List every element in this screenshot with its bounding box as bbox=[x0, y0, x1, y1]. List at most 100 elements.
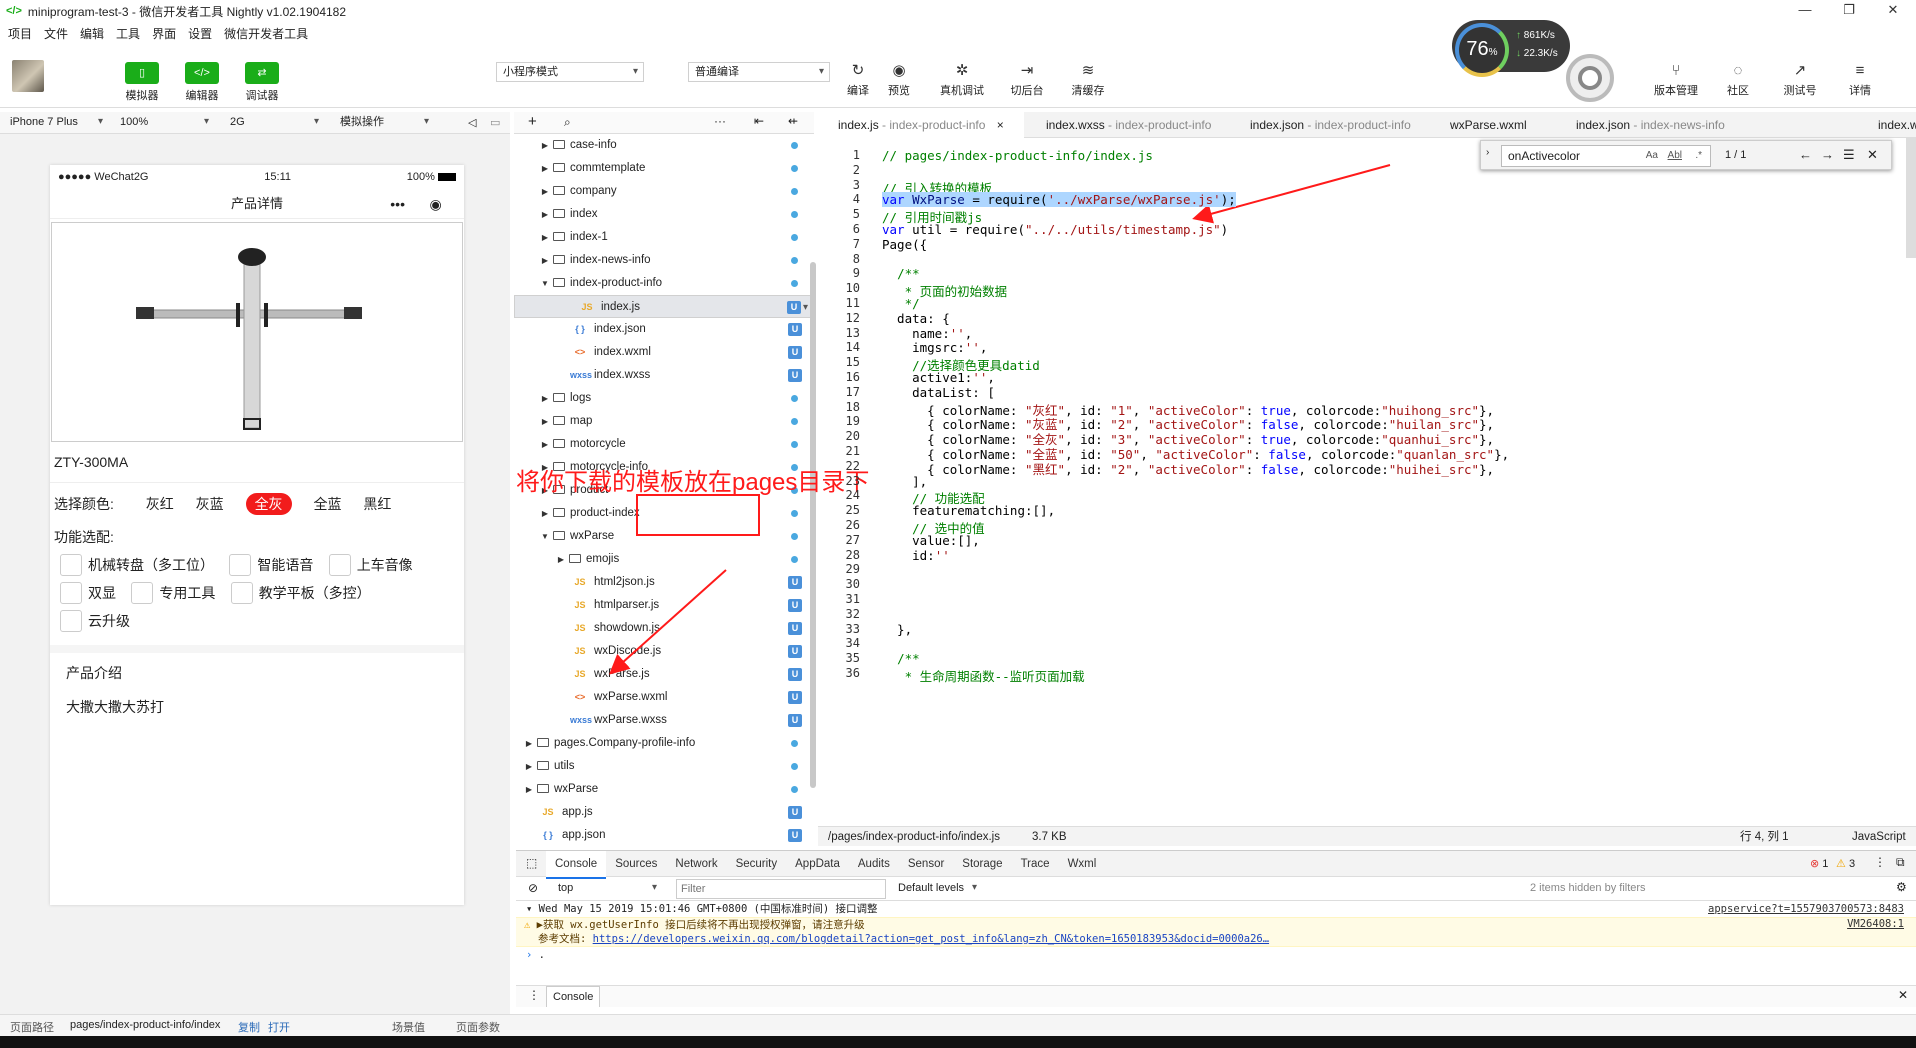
devtools-tab-sensor[interactable]: Sensor bbox=[899, 851, 953, 877]
page-params[interactable]: 页面参数 bbox=[456, 1019, 500, 1035]
menu-view[interactable]: 界面 bbox=[152, 25, 176, 42]
console-settings-icon[interactable]: ⚙ bbox=[1896, 880, 1907, 894]
tab-index-json[interactable]: index.json - index-product-info bbox=[1230, 112, 1431, 138]
copy-link[interactable]: 复制 bbox=[238, 1019, 260, 1035]
performance-widget[interactable]: 76% ↑ 861K/s ↓ 22.3K/s bbox=[1452, 20, 1570, 77]
preview-button[interactable]: ◉ 预览 bbox=[877, 60, 921, 98]
code-line[interactable]: * 生命周期函数--监听页面加载 bbox=[882, 666, 1085, 685]
tree-item[interactable]: ▶ company bbox=[514, 180, 814, 203]
tree-item[interactable]: ▶ utils bbox=[514, 755, 814, 778]
log-levels-select[interactable]: Default levels bbox=[892, 879, 982, 899]
color-option[interactable]: 全蓝 bbox=[313, 494, 341, 514]
find-input[interactable]: onActivecolor Aa Abl .* bbox=[1501, 145, 1711, 167]
more-icon[interactable]: ••• bbox=[390, 189, 405, 219]
test-account-button[interactable]: ↗ 测试号 bbox=[1778, 60, 1822, 98]
fullscreen-icon[interactable]: ▭ bbox=[490, 116, 500, 129]
operation-select[interactable]: 模拟操作 bbox=[334, 113, 434, 133]
whole-word-icon[interactable]: Abl bbox=[1668, 146, 1682, 166]
drawer-console-tab[interactable]: Console bbox=[546, 986, 601, 1007]
clear-console-icon[interactable]: ⊘ bbox=[528, 881, 538, 895]
devtools-tab-network[interactable]: Network bbox=[666, 851, 726, 877]
devtools-tab-console[interactable]: Console bbox=[546, 851, 607, 879]
chevron-right-icon[interactable]: ▶ bbox=[524, 778, 534, 801]
community-button[interactable]: ◌ 社区 bbox=[1716, 60, 1760, 98]
code-line[interactable]: active1:'', bbox=[882, 370, 995, 385]
warning-source-link[interactable]: VM26408:1 bbox=[1847, 918, 1904, 930]
tree-item[interactable]: ▶ emojis bbox=[514, 548, 814, 571]
code-line[interactable]: ], bbox=[882, 474, 927, 489]
chevron-down-icon[interactable]: ▼ bbox=[540, 525, 550, 548]
chevron-right-icon[interactable]: ▶ bbox=[540, 180, 550, 203]
close-drawer-icon[interactable]: ✕ bbox=[1898, 988, 1908, 1002]
devtools-tab-security[interactable]: Security bbox=[727, 851, 787, 877]
clear-cache-button[interactable]: ≋ 清缓存 bbox=[1066, 60, 1110, 98]
compile-button[interactable]: ↻ 编译 bbox=[836, 60, 880, 98]
code-line[interactable]: { colorName: "黑红", id: "2", "activeColor… bbox=[882, 459, 1494, 478]
avatar[interactable] bbox=[12, 60, 44, 92]
tree-item[interactable]: ▶ wxParse bbox=[514, 778, 814, 801]
menu-project[interactable]: 项目 bbox=[8, 25, 32, 42]
code-line[interactable]: Page({ bbox=[882, 237, 927, 252]
error-count[interactable]: ⊗ 1 bbox=[1810, 857, 1828, 870]
log-source-link[interactable]: appservice?t=1557903700573:8483 bbox=[1708, 901, 1904, 917]
menu-tools[interactable]: 工具 bbox=[116, 25, 140, 42]
zoom-select[interactable]: 100% bbox=[114, 113, 214, 133]
chevron-right-icon[interactable]: ▶ bbox=[540, 134, 550, 157]
device-select[interactable]: iPhone 7 Plus bbox=[4, 113, 108, 133]
match-case-icon[interactable]: Aa bbox=[1646, 146, 1658, 166]
network-select[interactable]: 2G bbox=[224, 113, 324, 133]
chevron-right-icon[interactable]: ▶ bbox=[540, 502, 550, 525]
record-icon[interactable] bbox=[1566, 54, 1614, 102]
tree-item[interactable]: <> index.wxml U bbox=[514, 341, 814, 364]
chevron-right-icon[interactable]: ▶ bbox=[540, 249, 550, 272]
tree-item[interactable]: ▶ pages.Company-profile-info bbox=[514, 732, 814, 755]
language-mode[interactable]: JavaScript bbox=[1852, 827, 1906, 847]
remote-debug-button[interactable]: ✲ 真机调试 bbox=[940, 60, 984, 98]
menu-settings[interactable]: 设置 bbox=[188, 25, 212, 42]
code-line[interactable]: id:'' bbox=[882, 548, 950, 563]
expand-replace-icon[interactable]: › bbox=[1486, 147, 1489, 158]
devtools-tab-wxml[interactable]: Wxml bbox=[1059, 851, 1106, 877]
devtools-tab-storage[interactable]: Storage bbox=[953, 851, 1011, 877]
menu-file[interactable]: 文件 bbox=[44, 25, 68, 42]
compile-select[interactable]: 普通编译 bbox=[688, 62, 830, 82]
undock-icon[interactable]: ⧉ bbox=[1896, 855, 1905, 870]
code-editor[interactable] bbox=[818, 138, 1916, 826]
version-button[interactable]: ⑂ 版本管理 bbox=[1654, 60, 1698, 98]
color-option-selected[interactable]: 全灰 bbox=[245, 493, 292, 515]
next-match-icon[interactable]: → bbox=[1821, 147, 1834, 162]
chevron-down-icon[interactable]: ▼ bbox=[540, 272, 550, 295]
devtools-tab-audits[interactable]: Audits bbox=[849, 851, 899, 877]
code-line[interactable]: imgsrc:'', bbox=[882, 340, 987, 355]
chevron-right-icon[interactable]: ▶ bbox=[540, 226, 550, 249]
console-prompt[interactable]: › . bbox=[516, 947, 1916, 963]
feature-checkbox[interactable]: 云升级 bbox=[60, 607, 130, 635]
console-filter-input[interactable] bbox=[676, 879, 886, 899]
tree-item[interactable]: ▶ commtemplate bbox=[514, 157, 814, 180]
menu-edit[interactable]: 编辑 bbox=[80, 25, 104, 42]
feature-checkbox[interactable]: 专用工具 bbox=[131, 579, 215, 607]
chevron-right-icon[interactable]: ▶ bbox=[540, 433, 550, 456]
tree-item[interactable]: JS index.js U bbox=[514, 295, 814, 319]
tree-item[interactable]: ▶ index-news-info bbox=[514, 249, 814, 272]
minimize-button[interactable]: — bbox=[1784, 0, 1826, 22]
regex-icon[interactable]: .* bbox=[1695, 146, 1702, 166]
tree-item[interactable]: wxss index.wxss U bbox=[514, 364, 814, 387]
doc-link[interactable]: https://developers.weixin.qq.com/blogdet… bbox=[593, 933, 1269, 945]
open-link[interactable]: 打开 bbox=[268, 1019, 290, 1035]
tree-item[interactable]: ▶ motorcycle bbox=[514, 433, 814, 456]
tree-item[interactable]: JS wxDiscode.js U bbox=[514, 640, 814, 663]
devtools-tab-trace[interactable]: Trace bbox=[1012, 851, 1059, 877]
close-find-icon[interactable]: ✕ bbox=[1867, 147, 1878, 163]
tab-wxparse-wxml[interactable]: wxParse.wxml bbox=[1430, 112, 1547, 138]
tab-index-js[interactable]: index.js - index-product-info × bbox=[818, 112, 1024, 138]
volume-icon[interactable]: ◁ bbox=[468, 116, 476, 129]
mode-select[interactable]: 小程序模式 bbox=[496, 62, 644, 82]
search-icon[interactable]: ⌕ bbox=[564, 115, 571, 130]
inspect-icon[interactable]: ⬚ bbox=[526, 856, 537, 870]
tree-item[interactable]: JS showdown.js U bbox=[514, 617, 814, 640]
add-icon[interactable]: + bbox=[528, 113, 537, 130]
chevron-right-icon[interactable]: ▶ bbox=[524, 732, 534, 755]
close-mini-icon[interactable]: ◉ bbox=[430, 189, 442, 219]
details-button[interactable]: ≡ 详情 bbox=[1838, 60, 1882, 98]
